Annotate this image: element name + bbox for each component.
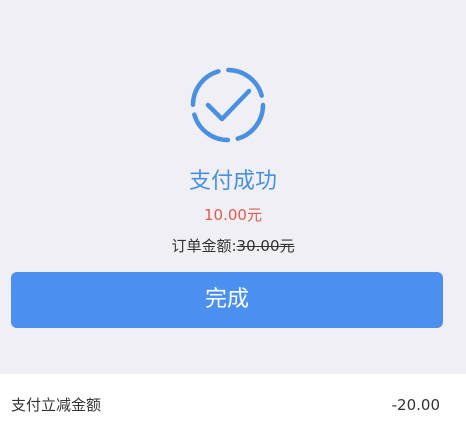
payment-success-title: 支付成功 [188, 169, 277, 194]
discount-value: -20.00 [391, 396, 440, 414]
done-button[interactable]: 完成 [11, 272, 443, 328]
discount-label: 支付立减金额 [11, 396, 102, 414]
order-amount-line: 订单金额:30.00元 [0, 236, 466, 256]
order-amount-label: 订单金额: [171, 237, 237, 255]
check-circle-icon [190, 67, 266, 143]
original-order-amount: 30.00元 [236, 237, 295, 255]
paid-amount: 10.00元 [204, 206, 262, 224]
discount-detail-row: 支付立减金额 -20.00 [0, 374, 466, 434]
payment-result-panel: 支付成功 10.00元 订单金额:30.00元 完成 [0, 0, 466, 374]
